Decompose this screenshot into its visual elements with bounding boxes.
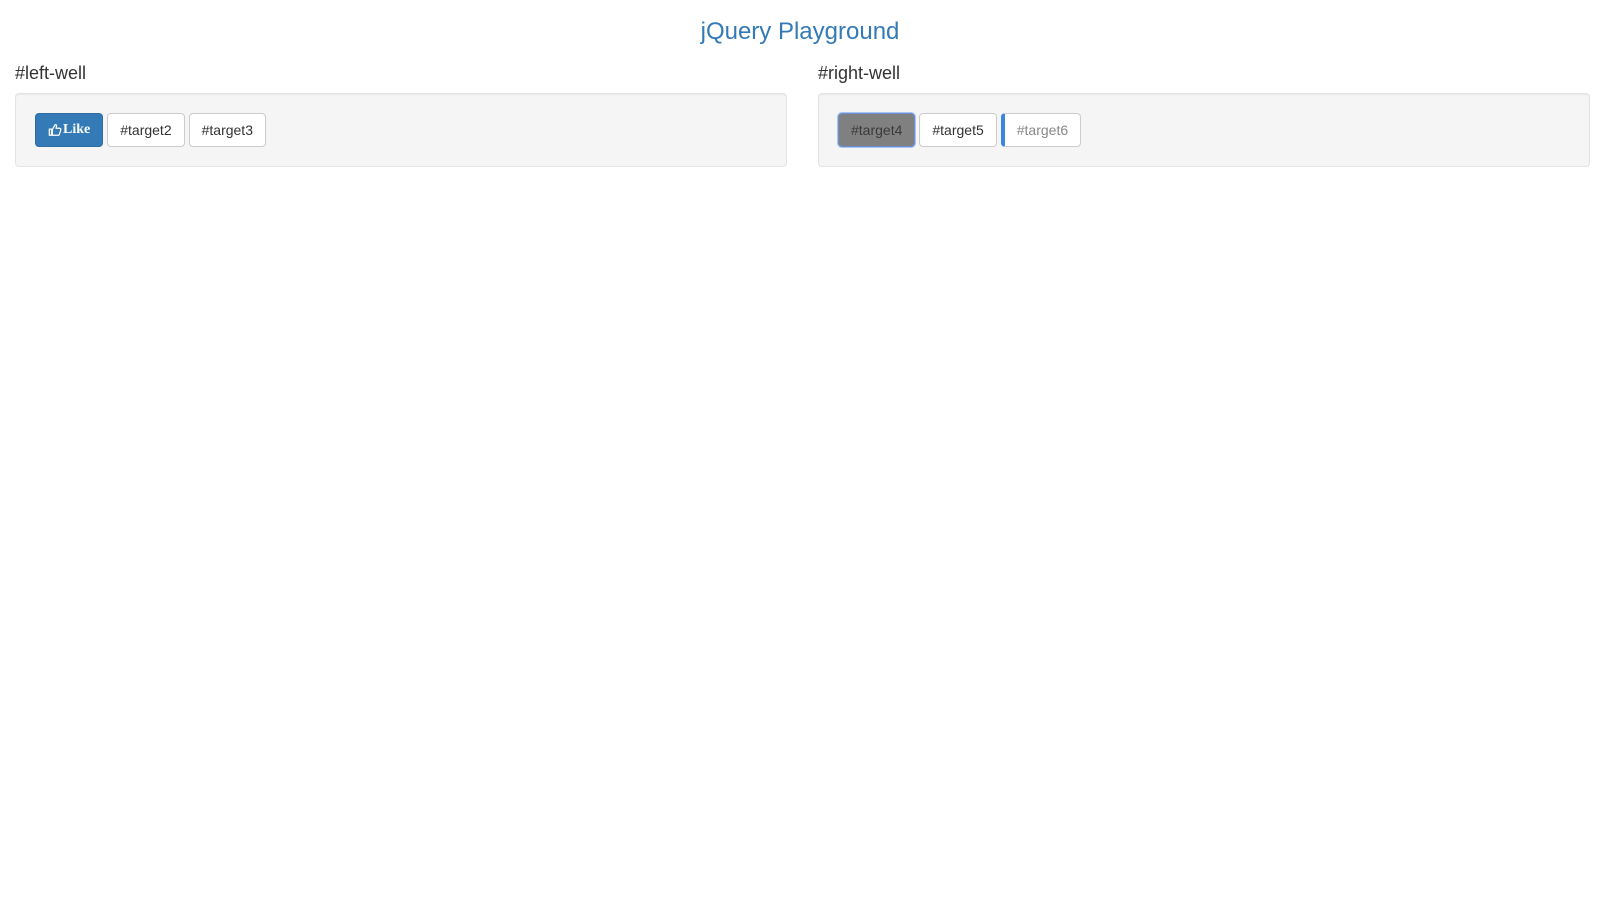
target3-button[interactable]: #target3 <box>188 113 266 147</box>
like-button-label: Like <box>63 122 91 137</box>
right-well-heading: #right-well <box>818 63 901 83</box>
target2-button[interactable]: #target2 <box>107 113 185 147</box>
page-title: jQuery Playground <box>700 18 900 45</box>
like-button[interactable]: Like <box>35 113 104 147</box>
right-column: #right-well #target4 #target5 #target6 <box>818 62 1590 167</box>
left-well: Like #target2 #target3 <box>15 93 787 167</box>
thumbs-up-icon <box>48 124 62 136</box>
target4-button[interactable]: #target4 <box>838 113 916 147</box>
left-well-heading: #left-well <box>15 63 87 83</box>
right-well: #target4 #target5 #target6 <box>818 93 1590 167</box>
target5-button[interactable]: #target5 <box>919 113 997 147</box>
left-column: #left-well Like #target2 #target3 <box>15 62 787 167</box>
target6-button[interactable]: #target6 <box>1000 113 1082 147</box>
